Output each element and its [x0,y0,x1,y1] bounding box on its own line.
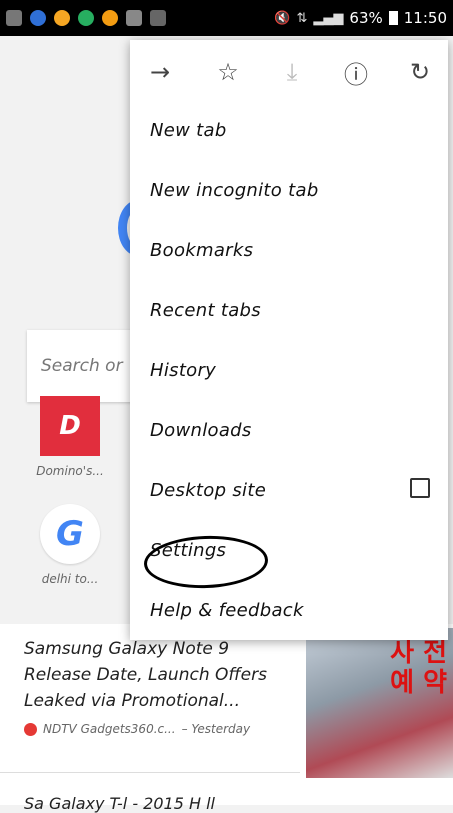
menu-item-desktop-site[interactable]: Desktop site [130,460,448,520]
thumbnail-text: 사 전 예 약 [390,638,447,698]
menu-item-settings[interactable]: Settings [130,520,448,590]
menu-item-label: New incognito tab [150,179,319,201]
desktop-site-checkbox[interactable] [410,478,430,498]
google-g-letter: G [56,514,84,554]
menu-item-downloads[interactable]: Downloads [130,400,448,460]
notification-icons [6,10,166,26]
app-notification-icon [78,10,94,26]
status-indicators: 🔇 ⇅ ▂▄▆ 63% 11:50 [274,9,447,27]
next-news-title[interactable]: Sa Galaxy T-l - 2015 H ll [24,794,215,813]
settings-label-wrap: Settings [143,533,269,590]
source-logo-icon [24,722,37,736]
status-bar: 🔇 ⇅ ▂▄▆ 63% 11:50 [0,0,453,36]
dominos-icon: D [40,396,100,456]
menu-item-label: Downloads [150,419,252,441]
menu-item-label: Bookmarks [150,239,254,261]
reload-icon[interactable]: ↻ [400,52,440,92]
signal-icon: ▂▄▆ [313,10,344,26]
forward-icon[interactable]: → [140,52,180,92]
menu-item-label: New tab [150,119,227,141]
menu-toolbar: → ☆ ⤓ ⓘ ↻ [130,40,448,102]
battery-percent: 63% [349,9,383,27]
tile-label: Domino's... [36,464,104,478]
news-source-row: NDTV Gadgets360.c... – Yesterday [24,722,292,736]
news-thumbnail[interactable]: 사 전 예 약 [306,628,453,778]
tile-dominos[interactable]: D Domino's... [30,396,110,478]
tile-label: delhi to... [41,572,99,586]
info-icon[interactable]: ⓘ [336,52,376,92]
menu-item-label: Desktop site [150,479,267,501]
menu-item-new-tab[interactable]: New tab [130,100,448,160]
menu-item-new-incognito-tab[interactable]: New incognito tab [130,160,448,220]
menu-item-recent-tabs[interactable]: Recent tabs [130,280,448,340]
news-time: – Yesterday [181,722,251,736]
menu-item-bookmarks[interactable]: Bookmarks [130,220,448,280]
clock: 11:50 [403,9,447,27]
star-icon[interactable]: ☆ [208,52,248,92]
mute-icon: 🔇 [274,10,291,26]
skype-icon [30,10,46,26]
menu-item-label: Recent tabs [150,299,261,321]
menu-item-label: Help & feedback [150,599,304,621]
news-source: NDTV Gadgets360.c... [43,722,176,736]
notification-sun-icon [54,10,70,26]
menu-item-history[interactable]: History [130,340,448,400]
news-text: Samsung Galaxy Note 9 Release Date, Laun… [24,636,292,736]
menu-item-label: History [150,359,217,381]
overflow-menu: → ☆ ⤓ ⓘ ↻ New tab New incognito tab Book… [130,40,448,640]
dominos-icon-letter: D [59,411,81,441]
download-icon[interactable]: ⤓ [272,52,312,92]
google-g-icon: G [40,504,100,564]
menu-item-help-feedback[interactable]: Help & feedback [130,580,448,640]
tile-delhi[interactable]: G delhi to... [30,504,110,586]
gallery-icon [126,10,142,26]
news-card[interactable]: Samsung Galaxy Note 9 Release Date, Laun… [0,624,453,813]
chrome-notification-icon [102,10,118,26]
screenshot-icon [150,10,166,26]
message-icon [6,10,22,26]
data-icon: ⇅ [296,10,308,26]
divider [0,772,300,773]
news-title[interactable]: Samsung Galaxy Note 9 Release Date, Laun… [24,636,292,714]
search-placeholder: Search or [41,356,123,376]
battery-icon [388,11,398,25]
